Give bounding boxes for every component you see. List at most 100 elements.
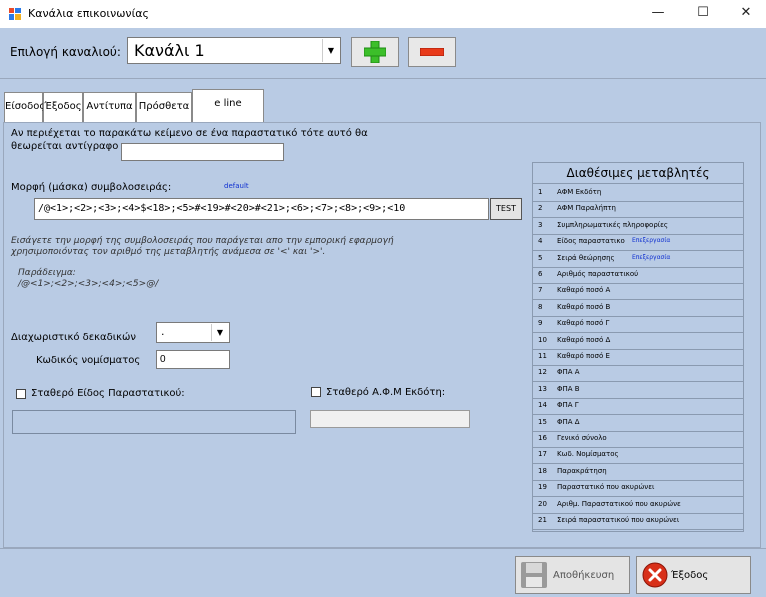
mask-input[interactable]: /@<1>;<2>;<3>;<4>$<18>;<5>#<19>#<20>#<21… — [34, 198, 489, 220]
maximize-button[interactable]: ☐ — [683, 0, 723, 28]
variable-row[interactable]: 21 Σειρά παραστατικού που ακυρώνει — [533, 512, 743, 530]
minimize-button[interactable]: — — [638, 0, 678, 28]
example-label: Παράδειγμα: — [18, 268, 76, 278]
variable-number: 16 — [538, 434, 547, 442]
variable-number: 4 — [538, 237, 543, 246]
tab-eline[interactable]: e line — [192, 89, 264, 122]
variable-number: 17 — [538, 450, 547, 459]
variable-row[interactable]: 5 Σειρά θεώρησης Επεξεργασία — [533, 250, 743, 268]
decimal-value: . — [161, 325, 165, 338]
decimal-label: Διαχωριστικό δεκαδικών — [11, 332, 136, 343]
variable-label: Σειρά θεώρησης — [557, 253, 615, 262]
tab-copies[interactable]: Αντίτυπα — [83, 92, 136, 122]
variable-row[interactable]: 2 ΑΦΜ Παραλήπτη — [533, 200, 743, 219]
variable-row[interactable]: 4 Είδος παραστατικο Επεξεργασία — [533, 233, 743, 252]
example-value: /@<1>;<2>;<3>;<4>;<5>@/ — [18, 279, 159, 289]
fixed-afm-field[interactable] — [310, 410, 470, 428]
tab-output[interactable]: Έξοδος — [43, 92, 83, 122]
cancel-icon — [642, 562, 668, 588]
variable-number: 18 — [538, 466, 547, 475]
mask-help-line1: Εισάγετε την μορφή της συμβολοσειράς που… — [11, 236, 394, 246]
variable-number: 5 — [538, 253, 543, 262]
variable-label: ΦΠΑ Β — [557, 384, 580, 393]
variables-title: Διαθέσιμες μεταβλητές — [533, 163, 743, 184]
copy-text-input[interactable] — [121, 143, 284, 161]
variable-label: Συμπληρωματικές πληροφορίες — [557, 220, 669, 229]
remove-channel-button[interactable] — [408, 37, 456, 67]
minus-icon — [420, 48, 444, 56]
variable-number: 12 — [538, 368, 547, 377]
variable-row[interactable]: 17 Κωδ. Νομίσματος — [533, 446, 743, 465]
variable-number: 8 — [538, 302, 543, 311]
tab-input[interactable]: Είσοδος — [4, 92, 45, 122]
fixed-afm-label: Σταθερό Α.Φ.Μ Εκδότη: — [326, 387, 446, 398]
save-button[interactable]: Αποθήκευση — [515, 556, 630, 594]
currency-input[interactable] — [156, 350, 230, 369]
currency-label: Κωδικός νομίσματος — [36, 355, 141, 366]
variable-row[interactable]: 16 Γενικό σύνολο — [533, 430, 743, 448]
variable-row[interactable]: 9 Καθαρό ποσό Γ — [533, 315, 743, 334]
default-link[interactable]: default — [224, 182, 249, 190]
variable-row[interactable]: 18 Παρακράτηση — [533, 463, 743, 481]
variable-edit-link[interactable]: Επεξεργασία — [632, 250, 670, 266]
test-button[interactable]: TEST — [490, 198, 522, 220]
tab-additional[interactable]: Πρόσθετα — [136, 92, 192, 122]
exit-label: Έξοδος — [671, 570, 709, 581]
variable-number: 9 — [538, 319, 543, 328]
variable-number: 20 — [538, 499, 547, 508]
channel-select[interactable]: Κανάλι 1 ▼ — [127, 37, 341, 64]
variable-edit-link[interactable]: Επεξεργασία — [632, 233, 670, 249]
variable-row[interactable]: 12 ΦΠΑ Α — [533, 364, 743, 383]
variable-row[interactable]: 8 Καθαρό ποσό Β — [533, 299, 743, 317]
variable-row[interactable]: 1 ΑΦΜ Εκδότη — [533, 184, 743, 202]
fixed-type-label: Σταθερό Είδος Παραστατικού: — [31, 388, 185, 399]
channel-selected: Κανάλι 1 — [134, 41, 205, 60]
variable-label: Είδος παραστατικο — [557, 237, 625, 246]
variable-number: 13 — [538, 384, 547, 393]
variable-label: Αριθμ. Παραστατικού που ακυρώνε — [557, 499, 681, 508]
variable-row[interactable]: 10 Καθαρό ποσό Δ — [533, 332, 743, 350]
variable-number: 10 — [538, 335, 547, 344]
chevron-down-icon[interactable]: ▼ — [211, 324, 228, 341]
variable-number: 14 — [538, 401, 547, 410]
decimal-select[interactable]: . ▼ — [156, 322, 230, 343]
fixed-type-field[interactable] — [12, 410, 296, 434]
variable-label: ΦΠΑ Α — [557, 368, 580, 377]
variable-row[interactable]: 15 ΦΠΑ Δ — [533, 414, 743, 432]
variable-number: 3 — [538, 220, 543, 229]
variable-row[interactable]: 3 Συμπληρωματικές πληροφορίες — [533, 217, 743, 235]
variable-label: ΦΠΑ Δ — [557, 417, 580, 426]
variable-label: ΑΦΜ Εκδότη — [557, 188, 602, 196]
fixed-type-checkbox[interactable] — [16, 389, 26, 399]
variable-number: 1 — [538, 188, 543, 196]
variable-label: Σειρά παραστατικού που ακυρώνει — [557, 516, 680, 524]
add-channel-button[interactable] — [351, 37, 399, 67]
variable-row[interactable]: 13 ΦΠΑ Β — [533, 381, 743, 399]
variable-number: 21 — [538, 516, 547, 524]
variable-label: ΑΦΜ Παραλήπτη — [557, 204, 616, 213]
variable-row[interactable]: 7 Καθαρό ποσό Α — [533, 282, 743, 301]
variable-number: 2 — [538, 204, 543, 213]
exit-button[interactable]: Έξοδος — [636, 556, 751, 594]
variable-number: 7 — [538, 286, 543, 295]
fixed-afm-checkbox[interactable] — [311, 387, 321, 397]
window-title: Κανάλια επικοινωνίας — [28, 7, 149, 20]
channel-label: Επιλογή καναλιού: — [10, 45, 121, 59]
variable-row[interactable]: 11 Καθαρό ποσό Ε — [533, 348, 743, 366]
variable-row[interactable]: 6 Αριθμός παραστατικού — [533, 266, 743, 284]
close-button[interactable]: ✕ — [726, 0, 766, 28]
variable-row[interactable]: 19 Παραστατικό που ακυρώνει — [533, 479, 743, 498]
mask-help-line2: χρησιμοποιόντας τον αριθμό της μεταβλητή… — [11, 247, 326, 257]
variable-label: Καθαρό ποσό Δ — [557, 335, 611, 344]
variable-number: 15 — [538, 417, 547, 426]
chevron-down-icon[interactable]: ▼ — [322, 39, 339, 62]
variable-label: Γενικό σύνολο — [557, 434, 607, 442]
copy-text-line1: Αν περιέχεται το παρακάτω κείμενο σε ένα… — [11, 128, 368, 139]
variable-row[interactable]: 14 ΦΠΑ Γ — [533, 397, 743, 416]
variable-label: Παραστατικό που ακυρώνει — [557, 483, 655, 492]
variable-label: Καθαρό ποσό Γ — [557, 319, 610, 328]
variable-label: Αριθμός παραστατικού — [557, 270, 639, 278]
variable-label: Καθαρό ποσό Ε — [557, 352, 610, 360]
variable-number: 6 — [538, 270, 543, 278]
variable-row[interactable]: 20 Αριθμ. Παραστατικού που ακυρώνε — [533, 496, 743, 514]
